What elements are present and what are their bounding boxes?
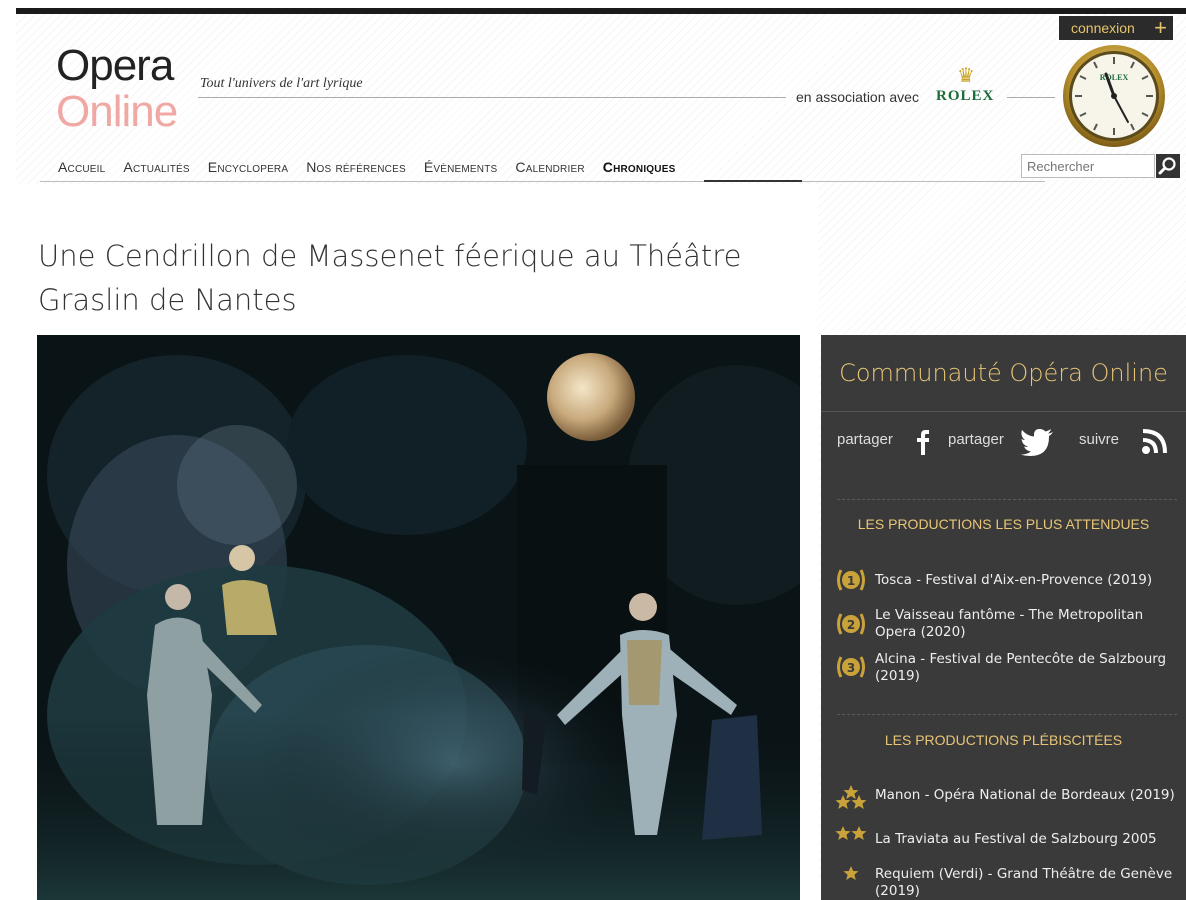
dotted-divider xyxy=(837,499,1177,500)
section-acclaimed-heading: LES PRODUCTIONS PLÉBISCITÉES xyxy=(884,732,1123,748)
site-logo[interactable]: Opera Online xyxy=(56,44,186,139)
article-photo[interactable] xyxy=(37,335,800,900)
nav-divider xyxy=(40,181,1045,182)
nav-item-chroniques[interactable]: Chroniques xyxy=(603,159,676,175)
share-facebook-label[interactable]: partager xyxy=(837,431,893,448)
rank-badge-1-icon: 1 xyxy=(837,569,865,591)
follow-rss-label[interactable]: suivre xyxy=(1079,431,1119,448)
rolex-crown-icon: ♛ xyxy=(957,65,975,87)
nav-item-accueil[interactable]: Accueil xyxy=(58,159,105,175)
dotted-divider xyxy=(837,714,1177,715)
tagline-divider xyxy=(198,97,786,98)
list-item[interactable]: Requiem (Verdi) - Grand Théâtre de Genèv… xyxy=(875,866,1175,900)
rolex-clock-icon[interactable]: ROLEX xyxy=(1062,44,1166,148)
list-item[interactable]: Le Vaisseau fantôme - The Metropolitan O… xyxy=(875,607,1175,641)
svg-text:1: 1 xyxy=(847,574,855,588)
logo-opera: Opera xyxy=(56,41,174,90)
svg-text:3: 3 xyxy=(847,661,855,675)
share-twitter-label[interactable]: partager xyxy=(948,431,1004,448)
article-title: Une Cendrillon de Massenet féerique au T… xyxy=(38,239,742,317)
left-gutter xyxy=(0,0,16,900)
two-stars-icon xyxy=(835,826,867,840)
nav-active-indicator xyxy=(704,180,802,182)
site-tagline: Tout l'univers de l'art lyrique xyxy=(200,76,363,91)
one-star-icon xyxy=(843,866,859,880)
list-item[interactable]: Alcina - Festival de Pentecôte de Salzbo… xyxy=(875,651,1175,685)
search-button[interactable] xyxy=(1156,154,1180,178)
main-nav: Accueil Actualités Encyclopera Nos référ… xyxy=(58,159,693,175)
top-bar xyxy=(16,8,1186,14)
sidebar-title: Communauté Opéra Online xyxy=(839,359,1168,387)
plus-icon: + xyxy=(1154,15,1167,40)
clock-brand: ROLEX xyxy=(1100,73,1129,82)
search-input[interactable] xyxy=(1021,154,1155,178)
association-divider xyxy=(1007,97,1055,98)
rss-icon[interactable] xyxy=(1141,427,1169,455)
section-most-awaited-heading: LES PRODUCTIONS LES PLUS ATTENDUES xyxy=(857,516,1150,532)
magnifier-icon xyxy=(1158,157,1176,175)
nav-item-calendrier[interactable]: Calendrier xyxy=(515,159,584,175)
nav-item-actualites[interactable]: Actualités xyxy=(123,159,189,175)
nav-item-references[interactable]: Nos références xyxy=(306,159,406,175)
list-item[interactable]: Manon - Opéra National de Bordeaux (2019… xyxy=(875,787,1175,804)
list-item[interactable]: Tosca - Festival d'Aix-en-Provence (2019… xyxy=(875,572,1175,589)
association-text: en association avec xyxy=(796,89,919,105)
three-stars-icon xyxy=(835,785,867,809)
rolex-logo[interactable]: ROLEX xyxy=(936,88,994,105)
list-item[interactable]: La Traviata au Festival de Salzbourg 200… xyxy=(875,831,1175,848)
login-label: connexion xyxy=(1071,20,1135,36)
twitter-icon[interactable] xyxy=(1019,428,1055,456)
rank-badge-2-icon: 2 xyxy=(837,613,865,635)
nav-item-evenements[interactable]: Évènements xyxy=(424,159,498,175)
community-sidebar: Communauté Opéra Online partager partage… xyxy=(821,335,1186,900)
facebook-icon[interactable] xyxy=(913,426,933,456)
nav-item-encyclopera[interactable]: Encyclopera xyxy=(208,159,288,175)
login-button[interactable]: connexion + xyxy=(1059,16,1173,40)
rank-badge-3-icon: 3 xyxy=(837,656,865,678)
sidebar-divider xyxy=(821,411,1186,412)
logo-online: Online xyxy=(56,87,178,136)
svg-text:2: 2 xyxy=(847,618,855,632)
